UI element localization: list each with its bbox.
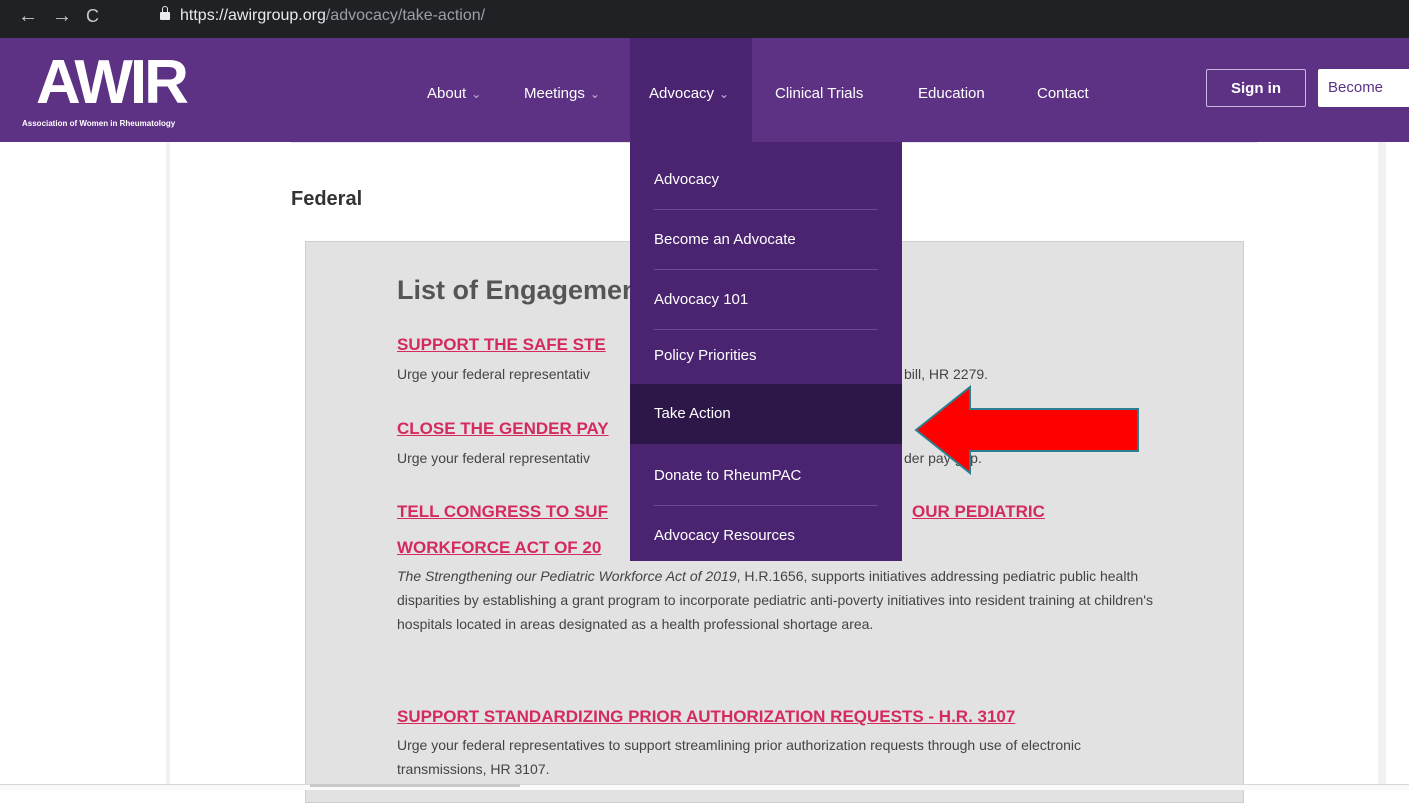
page-bottom-edge bbox=[0, 784, 1409, 790]
back-icon[interactable]: ← bbox=[18, 6, 38, 26]
dropdown-item-label: Advocacy 101 bbox=[654, 291, 749, 308]
item-gender-pay-link[interactable]: CLOSE THE GENDER PAY bbox=[397, 419, 609, 439]
content-edge-left bbox=[166, 142, 170, 789]
address-bar[interactable]: https://awirgroup.org/advocacy/take-acti… bbox=[160, 6, 485, 26]
awir-logo[interactable]: AWIR Association of Women in Rheumatolog… bbox=[14, 52, 264, 142]
item-prior-auth-link[interactable]: SUPPORT STANDARDIZING PRIOR AUTHORIZATIO… bbox=[397, 707, 1015, 727]
item-pediatric-desc: The Strengthening our Pediatric Workforc… bbox=[397, 564, 1157, 636]
content-edge-right bbox=[1378, 142, 1386, 789]
menu-about[interactable]: About ⌄ bbox=[427, 38, 481, 142]
dropdown-item-label: Donate to RheumPAC bbox=[654, 467, 802, 484]
dropdown-item-advocacy-resources[interactable]: Advocacy Resources bbox=[630, 506, 902, 566]
chevron-down-icon: ⌄ bbox=[719, 87, 730, 101]
red-arrow-icon bbox=[914, 385, 1139, 475]
sign-in-button[interactable]: Sign in bbox=[1206, 69, 1306, 107]
item-safe-step-desc-tail: bill, HR 2279. bbox=[904, 366, 989, 382]
dropdown-item-label: Policy Priorities bbox=[654, 347, 757, 364]
chevron-down-icon: ⌄ bbox=[589, 87, 600, 101]
item-pediatric-desc-italic: The Strengthening our Pediatric Workforc… bbox=[397, 568, 737, 584]
menu-contact[interactable]: Contact bbox=[1037, 38, 1089, 142]
menu-clinical-trials-label: Clinical Trials bbox=[775, 85, 864, 102]
item-pediatric-link-tail[interactable]: OUR PEDIATRIC bbox=[912, 502, 1045, 522]
url-domain: https://awirgroup.org bbox=[180, 7, 326, 24]
dropdown-item-label: Become an Advocate bbox=[654, 231, 796, 248]
logo-subtitle: Association of Women in Rheumatology bbox=[22, 119, 176, 128]
dropdown-item-label: Advocacy bbox=[654, 171, 720, 188]
item-safe-step-link[interactable]: SUPPORT THE SAFE STE bbox=[397, 335, 606, 355]
item-pediatric-link-line2[interactable]: WORKFORCE ACT OF 20 bbox=[397, 538, 601, 558]
url-path: /advocacy/take-action/ bbox=[325, 7, 486, 24]
lock-icon bbox=[160, 6, 170, 20]
item-gender-pay-desc: Urge your federal representativ bbox=[397, 450, 590, 466]
section-heading-federal: Federal bbox=[291, 188, 363, 210]
item-pediatric-link-line1[interactable]: TELL CONGRESS TO SUF bbox=[397, 502, 608, 522]
become-member-button[interactable]: Become bbox=[1318, 69, 1409, 107]
menu-contact-label: Contact bbox=[1037, 85, 1089, 102]
browser-toolbar: ← → C https://awirgroup.org/advocacy/tak… bbox=[0, 0, 1409, 38]
dropdown-item-donate-rheumpac[interactable]: Donate to RheumPAC bbox=[630, 446, 902, 506]
forward-icon[interactable]: → bbox=[52, 6, 72, 26]
chevron-down-icon: ⌄ bbox=[471, 87, 482, 101]
menu-meetings[interactable]: Meetings ⌄ bbox=[524, 38, 600, 142]
dropdown-item-label: Take Action bbox=[654, 405, 731, 422]
panel-title: List of Engagemen bbox=[397, 275, 639, 305]
item-prior-auth-desc: Urge your federal representatives to sup… bbox=[397, 737, 1082, 777]
menu-meetings-label: Meetings bbox=[524, 85, 585, 102]
advocacy-dropdown-menu: Advocacy Become an Advocate Advocacy 101… bbox=[630, 142, 902, 561]
dropdown-item-advocacy[interactable]: Advocacy bbox=[630, 150, 902, 210]
logo-letters: AWIR bbox=[36, 48, 189, 117]
scroll-indicator[interactable] bbox=[310, 784, 520, 787]
menu-advocacy[interactable]: Advocacy ⌄ bbox=[630, 38, 752, 142]
menu-education-label: Education bbox=[918, 85, 985, 102]
menu-about-label: About bbox=[427, 85, 467, 102]
menu-education[interactable]: Education bbox=[918, 38, 985, 142]
dropdown-item-policy-priorities[interactable]: Policy Priorities bbox=[630, 326, 902, 386]
item-safe-step-desc: Urge your federal representativ bbox=[397, 366, 590, 382]
dropdown-item-take-action[interactable]: Take Action bbox=[630, 384, 902, 444]
menu-advocacy-label: Advocacy bbox=[649, 85, 715, 102]
dropdown-item-advocacy-101[interactable]: Advocacy 101 bbox=[630, 270, 902, 330]
site-header: AWIR Association of Women in Rheumatolog… bbox=[0, 38, 1409, 142]
dropdown-item-become-advocate[interactable]: Become an Advocate bbox=[630, 210, 902, 270]
dropdown-item-label: Advocacy Resources bbox=[654, 527, 795, 544]
menu-clinical-trials[interactable]: Clinical Trials bbox=[775, 38, 863, 142]
reload-icon[interactable]: C bbox=[86, 6, 99, 26]
